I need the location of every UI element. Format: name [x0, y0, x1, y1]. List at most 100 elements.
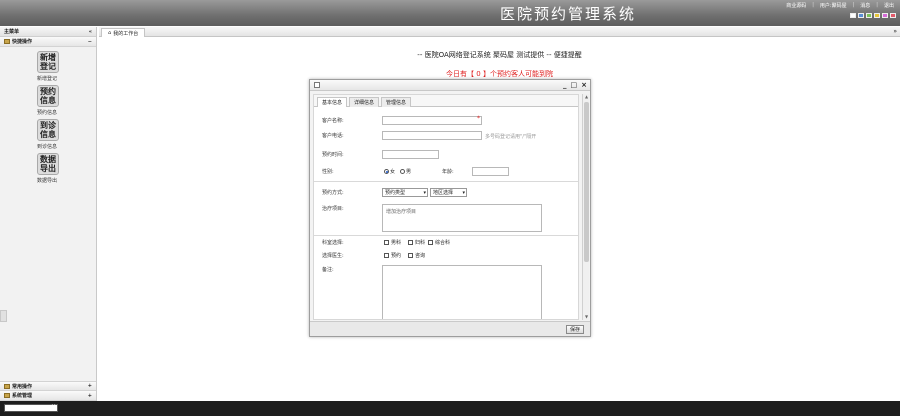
shortcut-new-registration[interactable]: 新增登记 新增登记: [37, 51, 87, 82]
shortcut-data-export[interactable]: 数据导出 数据导出: [37, 153, 87, 184]
header-links: 商业源码 | 用户:聚码屋 | 消息 | 退出: [784, 2, 896, 9]
doctor-option-consult[interactable]: 咨询: [408, 252, 425, 259]
close-icon[interactable]: ×: [581, 81, 587, 89]
theme-swatch-red[interactable]: [890, 13, 896, 18]
theme-swatch-blue[interactable]: [858, 13, 864, 18]
theme-swatch-green[interactable]: [866, 13, 872, 18]
sidebar-header: 主菜单 «: [0, 27, 96, 37]
phone-label: 客户电话:: [322, 133, 344, 139]
age-input[interactable]: [472, 167, 509, 176]
window-icon: [314, 82, 320, 88]
option-label: 男: [406, 169, 412, 175]
option-label: 女: [390, 169, 396, 175]
treatment-label: 治疗项目:: [322, 206, 344, 212]
method-label: 预约方式:: [322, 190, 344, 196]
option-label: 预约: [391, 253, 402, 259]
age-label: 年龄:: [442, 169, 454, 175]
shortcut-label[interactable]: 数据导出: [37, 177, 87, 184]
dept-option-male[interactable]: 男科: [384, 239, 401, 246]
scroll-down-icon[interactable]: ▼: [583, 314, 590, 320]
user-link[interactable]: 用户:聚码屋: [818, 2, 849, 9]
messages-link[interactable]: 消息: [858, 2, 872, 9]
expand-panel-icon[interactable]: +: [88, 383, 92, 389]
dialog-tabs: 基本信息 详细信息 管理信息: [314, 95, 578, 107]
tab-bar: ⌂ 我的工作台 »: [99, 27, 900, 37]
shortcut-label[interactable]: 新增登记: [37, 75, 87, 82]
chevron-down-icon: ▾: [423, 189, 426, 196]
taskbar-input[interactable]: [4, 404, 58, 412]
tab-menu-chevron-icon[interactable]: »: [893, 28, 897, 35]
visit-info-button[interactable]: 到诊信息: [37, 119, 59, 141]
radio-female[interactable]: [384, 169, 389, 174]
checkbox[interactable]: [384, 240, 389, 245]
theme-swatch-white[interactable]: [850, 13, 856, 18]
radio-male[interactable]: [400, 169, 405, 174]
collapse-panel-icon[interactable]: −: [88, 39, 92, 45]
region-select[interactable]: 地区选择 ▾: [430, 188, 467, 197]
save-button[interactable]: 保存: [565, 325, 584, 334]
logout-link[interactable]: 退出: [882, 2, 896, 9]
remark-label: 备注:: [322, 267, 334, 273]
quick-ops-panel-header[interactable]: 快捷操作 −: [0, 37, 96, 47]
dept-option-general[interactable]: 综合科: [428, 239, 450, 246]
taskbar: ×: [0, 401, 900, 416]
option-label: 咨询: [415, 253, 426, 259]
tab-manage-info[interactable]: 管理信息: [381, 97, 412, 107]
common-ops-panel-header[interactable]: 常用操作 +: [0, 381, 96, 391]
option-label: 综合科: [435, 240, 451, 246]
data-export-button[interactable]: 数据导出: [37, 153, 59, 175]
minimize-icon[interactable]: _: [563, 81, 567, 89]
checkbox[interactable]: [408, 240, 413, 245]
commercial-source-link[interactable]: 商业源码: [784, 2, 808, 9]
dialog-body: 基本信息 详细信息 管理信息 客户名称: * 客户电话: 多号码登记请用"/"隔…: [313, 94, 579, 320]
checkbox[interactable]: [408, 253, 413, 258]
shortcut-visit-info[interactable]: 到诊信息 到诊信息: [37, 119, 87, 150]
shortcut-label[interactable]: 预约信息: [37, 109, 87, 116]
theme-swatch-yellow[interactable]: [874, 13, 880, 18]
collapse-sidebar-icon[interactable]: «: [89, 29, 92, 35]
appointment-count-notice: 今日有【 0 】个预约客人可能到院: [446, 70, 553, 78]
customer-phone-input[interactable]: [382, 131, 482, 140]
sidebar-collapse-handle[interactable]: [0, 310, 7, 322]
appointment-type-select[interactable]: 预约类型 ▾: [382, 188, 428, 197]
tab-workbench[interactable]: ⌂ 我的工作台: [101, 28, 146, 37]
new-registration-button[interactable]: 新增登记: [37, 51, 59, 73]
appointment-time-input[interactable]: [382, 150, 439, 159]
folder-icon: [4, 383, 10, 389]
select-value: 地区选择: [433, 190, 454, 196]
remark-textarea[interactable]: [382, 265, 542, 319]
phone-hint: 多号码登记请用"/"隔开: [485, 134, 537, 140]
shortcut-list: 新增登记 新增登记 预约信息 预约信息 到诊信息 到诊信息 数据导出 数据导出: [0, 47, 96, 184]
common-ops-title: 常用操作: [12, 383, 33, 390]
app-title: 医院预约管理系统: [500, 5, 637, 23]
gender-male-option[interactable]: 男: [400, 168, 411, 175]
tab-detail-info[interactable]: 详细信息: [349, 97, 380, 107]
dialog-titlebar[interactable]: _ □ ×: [310, 80, 590, 91]
doctor-option-appointment[interactable]: 预约: [384, 252, 401, 259]
tab-basic-info[interactable]: 基本信息: [317, 97, 348, 107]
theme-switcher: [850, 13, 896, 18]
customer-name-input[interactable]: [382, 116, 482, 125]
theme-swatch-purple[interactable]: [882, 13, 888, 18]
dept-option-gyn[interactable]: 妇科: [408, 239, 425, 246]
gender-female-option[interactable]: 女: [384, 168, 395, 175]
dept-label: 科室选择:: [322, 240, 344, 246]
app-header: 医院预约管理系统 商业源码 | 用户:聚码屋 | 消息 | 退出: [0, 0, 900, 26]
close-icon[interactable]: ×: [51, 403, 56, 410]
checkbox[interactable]: [384, 253, 389, 258]
section-divider: [314, 181, 578, 182]
scroll-up-icon[interactable]: ▲: [583, 94, 590, 100]
quick-ops-title: 快捷操作: [12, 39, 33, 45]
maximize-icon[interactable]: □: [571, 81, 578, 89]
shortcut-appointment-info[interactable]: 预约信息 预约信息: [37, 85, 87, 116]
appointment-info-button[interactable]: 预约信息: [37, 85, 59, 107]
shortcut-label[interactable]: 到诊信息: [37, 143, 87, 150]
checkbox[interactable]: [428, 240, 433, 245]
dialog-scrollbar[interactable]: ▲ ▼: [582, 94, 589, 320]
scroll-thumb[interactable]: [584, 102, 589, 262]
system-panel-header[interactable]: 系统管理 +: [0, 391, 96, 401]
expand-panel-icon[interactable]: +: [88, 393, 92, 399]
folder-icon: [4, 39, 10, 44]
option-label: 妇科: [415, 240, 426, 246]
treatment-textarea[interactable]: 增加治疗项目: [382, 204, 542, 232]
